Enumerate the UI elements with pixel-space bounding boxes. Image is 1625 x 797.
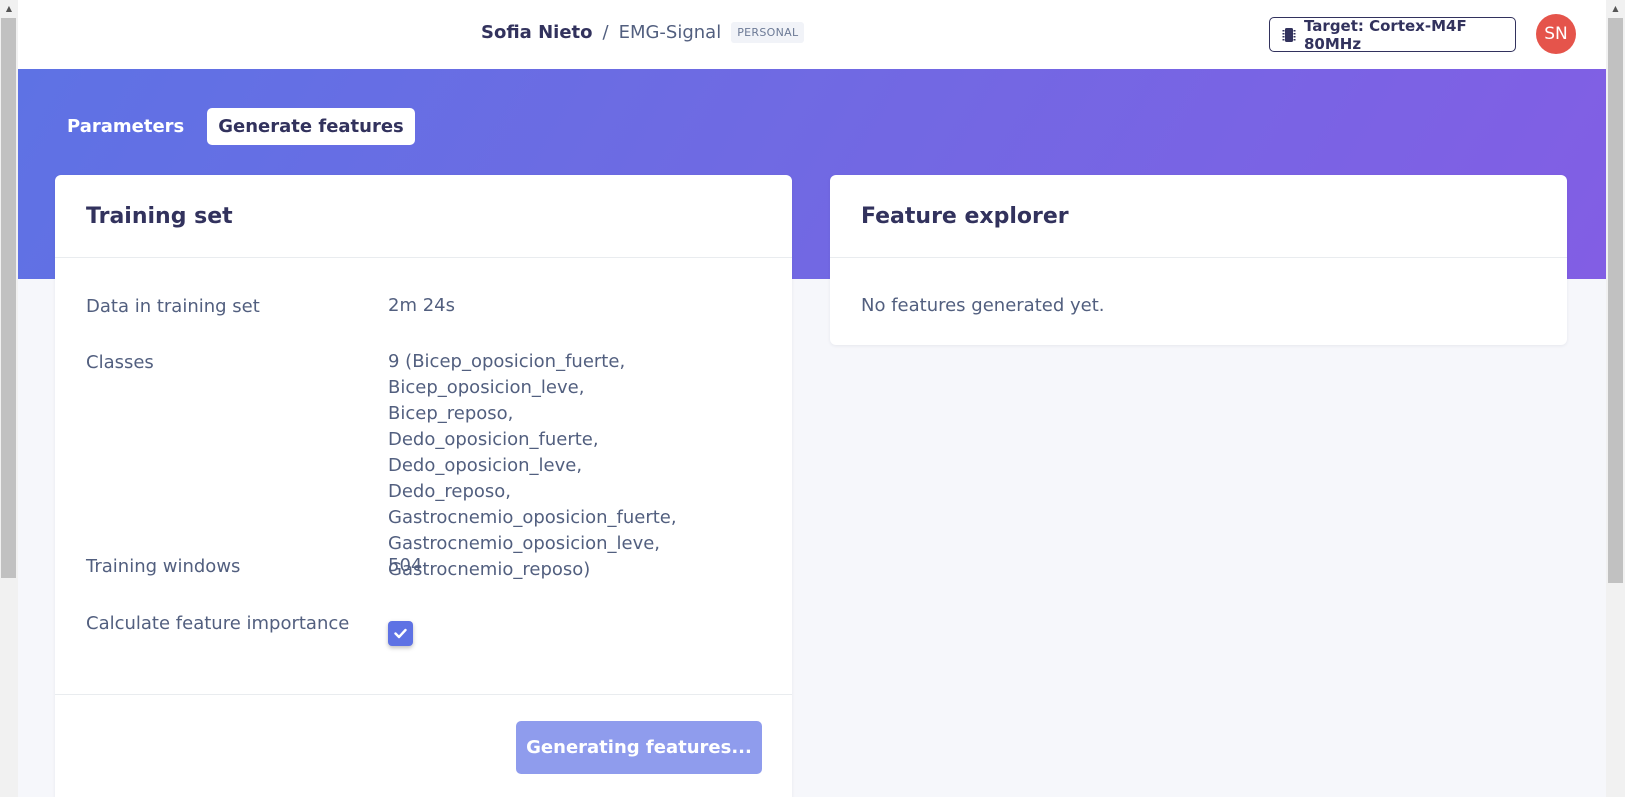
breadcrumb: Sofia Nieto / EMG-Signal PERSONAL [481, 22, 805, 43]
check-icon [394, 628, 407, 639]
no-features-message: No features generated yet. [861, 295, 1105, 316]
card-footer-divider [55, 694, 792, 695]
data-in-training-set-label: Data in training set [86, 296, 260, 317]
chip-icon [1282, 27, 1296, 43]
training-set-card: Training set Data in training set 2m 24s… [55, 175, 792, 797]
scrollbar-thumb[interactable] [1, 18, 16, 578]
tab-parameters[interactable]: Parameters [56, 108, 195, 145]
training-windows-label: Training windows [86, 556, 241, 577]
scrollbar-thumb[interactable] [1608, 18, 1623, 583]
target-device-button[interactable]: Target: Cortex-M4F 80MHz [1269, 16, 1516, 53]
right-scrollbar[interactable]: ▲ [1606, 0, 1625, 797]
page-tabs: Parameters Generate features [56, 108, 415, 145]
target-label: Target: Cortex-M4F 80MHz [1304, 16, 1467, 53]
classes-value: 9 (Bicep_oposicion_fuerte, Bicep_oposici… [388, 351, 677, 580]
project-type-badge: PERSONAL [731, 22, 805, 43]
app-window: Sofia Nieto / EMG-Signal PERSONAL Target… [18, 0, 1606, 797]
feature-explorer-card: Feature explorer No features generated y… [830, 175, 1567, 345]
scroll-up-arrow-icon[interactable]: ▲ [0, 0, 18, 16]
feature-explorer-title: Feature explorer [830, 175, 1567, 258]
feature-importance-checkbox[interactable] [388, 621, 413, 646]
training-windows-value: 504 [388, 555, 423, 576]
breadcrumb-owner[interactable]: Sofia Nieto [481, 22, 593, 43]
classes-label: Classes [86, 352, 154, 373]
training-set-title: Training set [55, 175, 792, 258]
scroll-up-arrow-icon[interactable]: ▲ [1606, 0, 1625, 16]
feature-importance-label: Calculate feature importance [86, 613, 350, 634]
data-in-training-set-value: 2m 24s [388, 295, 455, 316]
avatar[interactable]: SN [1536, 14, 1576, 54]
tab-generate-features[interactable]: Generate features [207, 108, 415, 145]
generate-features-button[interactable]: Generating features... [516, 721, 762, 774]
left-scrollbar[interactable]: ▲ [0, 0, 18, 797]
breadcrumb-project[interactable]: EMG-Signal [619, 22, 722, 43]
breadcrumb-separator: / [602, 22, 609, 43]
top-bar: Sofia Nieto / EMG-Signal PERSONAL Target… [18, 0, 1606, 69]
